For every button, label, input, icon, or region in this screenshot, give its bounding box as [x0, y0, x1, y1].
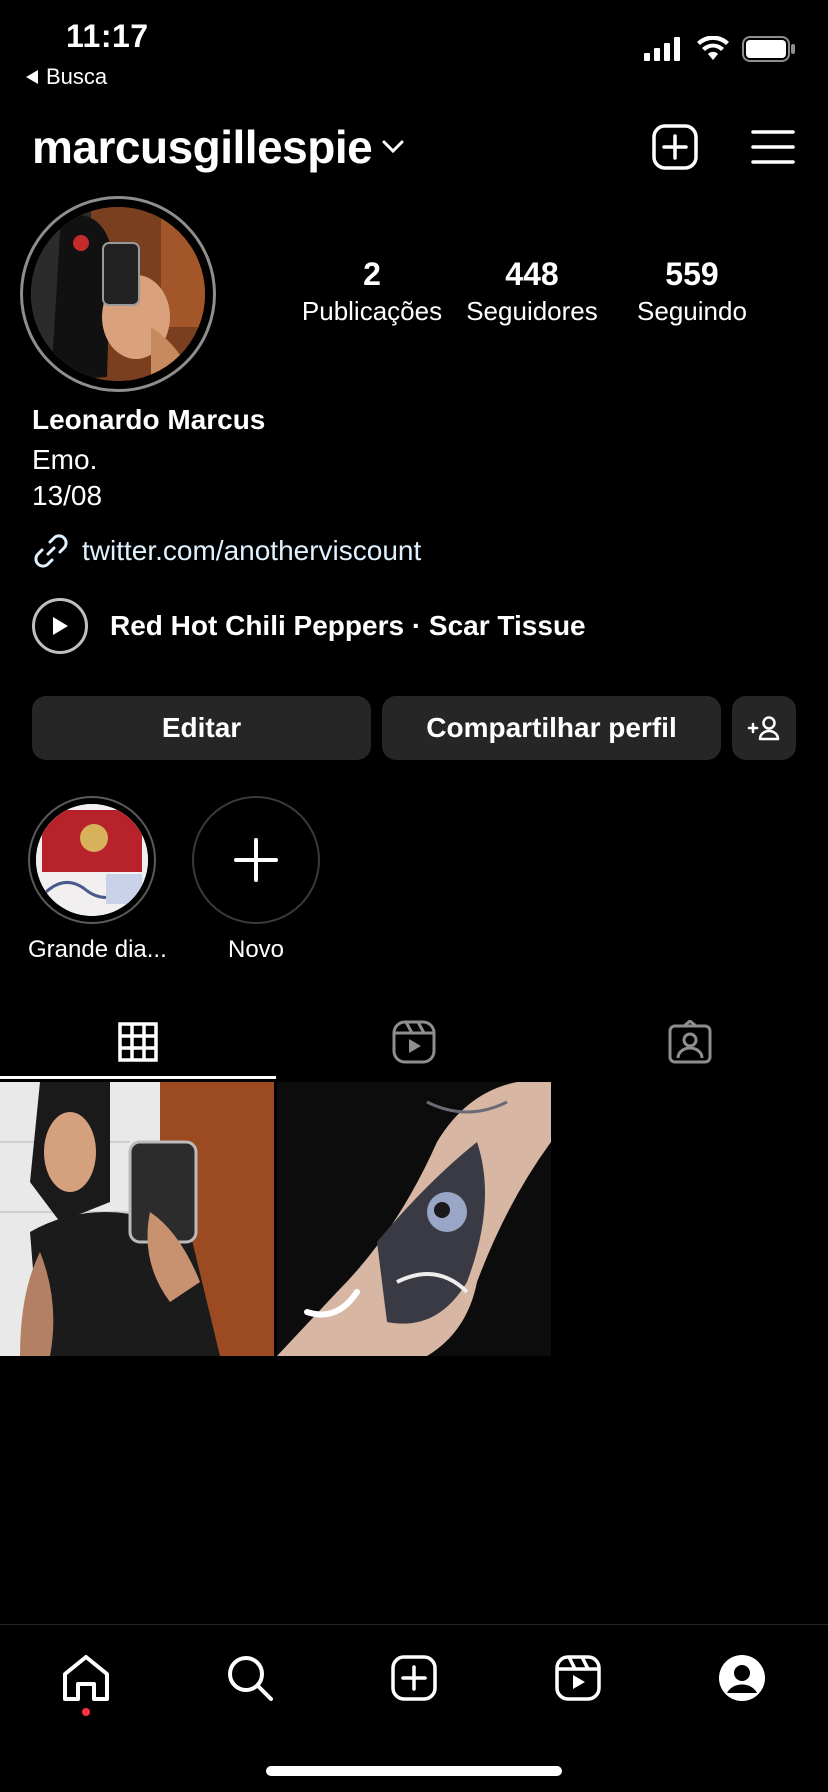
signal-icon — [644, 37, 680, 61]
link-text: twitter.com/anotherviscount — [82, 535, 422, 566]
active-tab-indicator — [0, 1076, 276, 1079]
account-switcher[interactable]: marcusgillespie — [32, 120, 404, 174]
edit-profile-button[interactable]: Editar — [32, 696, 371, 760]
play-button[interactable] — [32, 598, 88, 654]
post-thumbnail[interactable] — [0, 1082, 274, 1356]
following-label: Seguindo — [637, 296, 747, 326]
notification-dot — [82, 1708, 90, 1716]
full-name: Leonardo Marcus — [32, 404, 266, 435]
stat-followers[interactable]: 448 Seguidores — [447, 254, 617, 328]
nav-create[interactable] — [384, 1648, 444, 1708]
stat-posts[interactable]: 2 Publicações — [287, 254, 457, 328]
highlight-label: Grande dia... — [28, 936, 167, 963]
create-icon — [391, 1655, 437, 1701]
link-icon — [34, 534, 68, 568]
followers-label: Seguidores — [466, 296, 598, 326]
discover-people-button[interactable] — [732, 696, 796, 760]
status-icons — [644, 36, 796, 62]
post-thumbnail[interactable] — [277, 1082, 551, 1356]
avatar — [31, 207, 205, 381]
wifi-icon — [697, 36, 729, 60]
status-time: 11:17 — [66, 18, 149, 54]
highlight-item[interactable]: Grande dia... — [28, 796, 167, 964]
bottom-divider — [0, 1624, 828, 1625]
home-icon — [63, 1655, 109, 1701]
add-person-icon — [747, 716, 780, 741]
nav-reels[interactable] — [548, 1648, 608, 1708]
battery-icon — [742, 36, 795, 62]
create-button[interactable] — [650, 122, 700, 172]
nav-profile[interactable] — [712, 1648, 772, 1708]
menu-button[interactable] — [748, 122, 798, 172]
tagged-icon — [668, 1020, 712, 1064]
username: marcusgillespie — [32, 121, 373, 173]
back-triangle-icon — [26, 70, 38, 84]
following-count: 559 — [665, 256, 719, 292]
back-label: Busca — [46, 64, 108, 89]
chevron-down-icon — [382, 140, 404, 154]
posts-label: Publicações — [301, 296, 443, 326]
nav-search[interactable] — [220, 1648, 280, 1708]
plus-icon — [234, 838, 278, 882]
share-profile-button[interactable]: Compartilhar perfil — [382, 696, 721, 760]
tab-reels[interactable] — [276, 1006, 552, 1078]
stat-following[interactable]: 559 Seguindo — [607, 254, 777, 328]
nav-home[interactable] — [56, 1648, 116, 1708]
highlight-label: Novo — [227, 936, 285, 963]
tab-tagged[interactable] — [552, 1006, 828, 1078]
bio-link[interactable]: twitter.com/anotherviscount — [32, 532, 421, 570]
followers-count: 448 — [505, 256, 559, 292]
search-icon — [228, 1656, 273, 1701]
play-icon — [53, 617, 68, 635]
create-icon — [652, 124, 698, 170]
home-indicator — [266, 1766, 562, 1776]
menu-icon — [751, 130, 795, 164]
tab-grid[interactable] — [0, 1006, 276, 1078]
highlight-cover — [28, 796, 156, 924]
reels-icon — [555, 1655, 601, 1701]
profile-avatar[interactable] — [20, 196, 216, 392]
reels-icon — [392, 1020, 436, 1064]
profile-music[interactable]: Red Hot Chili Peppers · Scar Tissue — [32, 598, 586, 654]
new-highlight-circle — [192, 796, 320, 924]
new-highlight[interactable]: Novo — [192, 796, 320, 964]
back-to-search-link[interactable]: Busca — [26, 64, 107, 90]
grid-icon — [118, 1022, 158, 1062]
music-title: Red Hot Chili Peppers · Scar Tissue — [110, 610, 586, 641]
bio-line: Emo. — [32, 444, 98, 475]
bio-line: 13/08 — [32, 480, 103, 511]
profile-icon — [719, 1655, 765, 1701]
posts-count: 2 — [363, 256, 381, 292]
